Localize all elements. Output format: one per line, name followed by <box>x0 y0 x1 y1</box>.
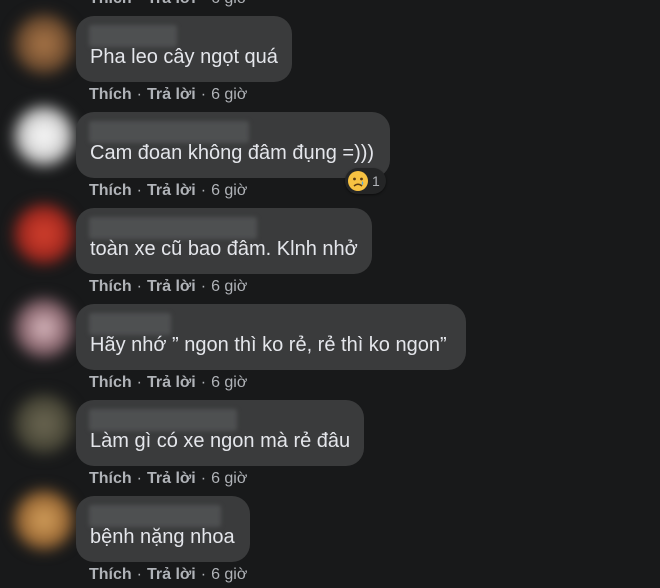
timestamp: 6 giờ <box>211 566 248 583</box>
comment-author[interactable] <box>89 121 249 143</box>
comment-author[interactable] <box>89 25 177 47</box>
like-link[interactable]: Thích <box>89 374 132 391</box>
timestamp: 6 giờ <box>211 374 248 391</box>
comment-actions: Thích·Trả lời·6 giờ <box>89 182 248 199</box>
like-link[interactable]: Thích <box>89 278 132 295</box>
comment-author[interactable] <box>89 313 171 335</box>
timestamp: 6 giờ <box>211 0 247 7</box>
like-link[interactable]: Thích <box>89 566 132 583</box>
reply-link[interactable]: Trả lời <box>147 278 196 295</box>
avatar[interactable] <box>14 204 74 264</box>
avatar[interactable] <box>14 394 74 454</box>
comment-text: Pha leo cây ngọt quá <box>90 46 278 68</box>
like-link[interactable]: Thích <box>89 0 132 7</box>
comment-author[interactable] <box>89 505 221 527</box>
comment-text: toàn xe cũ bao đâm. Klnh nhở <box>90 238 358 260</box>
comment-bubble: bệnh nặng nhoa <box>76 496 250 562</box>
comment-author[interactable] <box>89 409 237 431</box>
comment-actions: Thích·Trả lời·6 giờ <box>89 0 247 8</box>
comment-bubble: Cam đoan không đâm đụng =))) <box>76 112 390 178</box>
like-link[interactable]: Thích <box>89 470 132 487</box>
comment-text: bệnh nặng nhoa <box>90 526 235 548</box>
reaction-badge[interactable]: 1 <box>345 168 386 194</box>
like-link[interactable]: Thích <box>89 86 132 103</box>
like-link[interactable]: Thích <box>89 182 132 199</box>
comment-text: Cam đoan không đâm đụng =))) <box>90 142 375 164</box>
comment-bubble: Pha leo cây ngọt quá <box>76 16 292 82</box>
comment-actions: Thích·Trả lời·6 giờ <box>89 470 248 487</box>
comment-actions: Thích·Trả lời·6 giờ <box>89 86 248 103</box>
comment-bubble: Làm gì có xe ngon mà rẻ đâu <box>76 400 364 466</box>
timestamp: 6 giờ <box>211 278 248 295</box>
avatar[interactable] <box>14 298 74 358</box>
avatar[interactable] <box>14 106 74 166</box>
reply-link[interactable]: Trả lời <box>147 374 196 391</box>
reply-link[interactable]: Trả lời <box>147 470 196 487</box>
comment-bubble: toàn xe cũ bao đâm. Klnh nhở <box>76 208 372 274</box>
comment-text: Làm gì có xe ngon mà rẻ đâu <box>90 430 351 452</box>
reaction-count: 1 <box>372 173 380 189</box>
comment-actions: Thích·Trả lời·6 giờ <box>89 566 248 583</box>
reply-link[interactable]: Trả lời <box>147 182 196 199</box>
comment-author[interactable] <box>89 217 257 239</box>
reply-link[interactable]: Trả lời <box>147 566 196 583</box>
timestamp: 6 giờ <box>211 182 248 199</box>
timestamp: 6 giờ <box>211 470 248 487</box>
comment-text: Hãy nhớ ” ngon thì ko rẻ, rẻ thì ko ngon… <box>90 334 447 356</box>
reply-link[interactable]: Trả lời <box>147 0 196 7</box>
comment-bubble: Hãy nhớ ” ngon thì ko rẻ, rẻ thì ko ngon… <box>76 304 466 370</box>
reply-link[interactable]: Trả lời <box>147 86 196 103</box>
timestamp: 6 giờ <box>211 86 248 103</box>
sad-face-icon <box>348 171 368 191</box>
comment-actions: Thích·Trả lời·6 giờ <box>89 278 248 295</box>
comment-actions: Thích·Trả lời·6 giờ <box>89 374 248 391</box>
avatar[interactable] <box>14 14 74 74</box>
avatar[interactable] <box>14 490 74 550</box>
